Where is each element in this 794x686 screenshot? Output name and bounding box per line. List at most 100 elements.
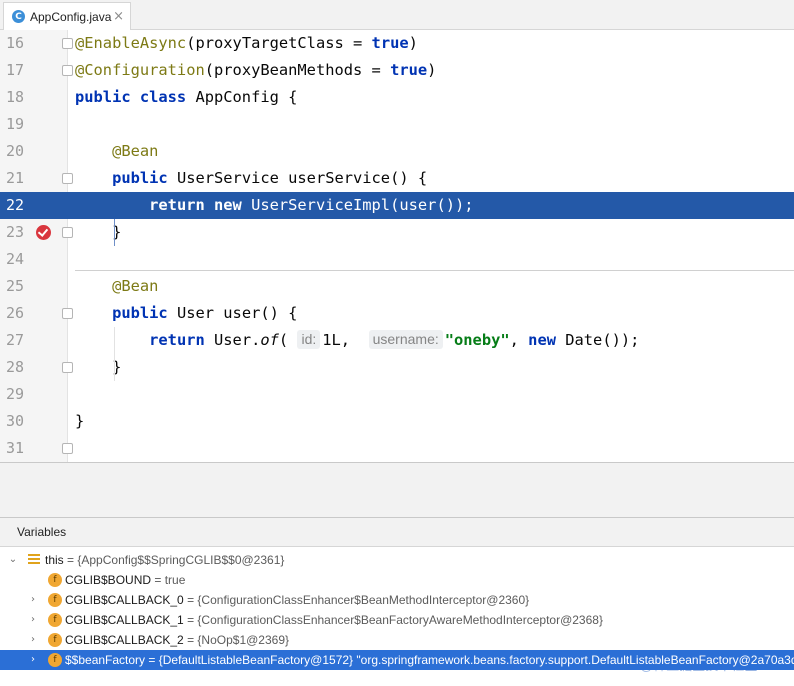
variable-value: {ConfigurationClassEnhancer$BeanMethodIn… bbox=[197, 593, 530, 607]
code-token: ) bbox=[427, 61, 437, 79]
code-line[interactable]: 29 bbox=[0, 381, 794, 408]
code-token: UserServiceImpl bbox=[251, 196, 391, 214]
code-line[interactable]: 24 bbox=[0, 246, 794, 273]
code-token: } bbox=[75, 412, 85, 430]
code-line[interactable]: 21 public UserService userService() { bbox=[0, 165, 794, 192]
variable-name: CGLIB$BOUND bbox=[65, 573, 152, 587]
code-line[interactable]: 17 @Configuration(proxyBeanMethods = true… bbox=[0, 57, 794, 84]
code-text[interactable]: @Bean bbox=[75, 273, 158, 300]
variable-name: this bbox=[45, 553, 64, 567]
code-token: public bbox=[112, 304, 177, 322]
code-text[interactable]: @EnableAsync(proxyTargetClass = true) bbox=[75, 30, 418, 57]
line-number: 28 bbox=[6, 358, 25, 376]
this-icon bbox=[28, 554, 40, 566]
breakpoint-icon[interactable] bbox=[36, 225, 51, 240]
line-number: 27 bbox=[6, 331, 25, 349]
code-line[interactable]: 26 public User user() { bbox=[0, 300, 794, 327]
code-token: ) bbox=[408, 34, 418, 52]
variable-row[interactable]: › f CGLIB$CALLBACK_2 = {NoOp$1@2369} bbox=[0, 630, 794, 650]
java-class-icon: C bbox=[12, 10, 25, 23]
code-token: ( bbox=[278, 331, 298, 349]
variables-tree[interactable]: @稀土掘金技术社区 ⌄this = {AppConfig$$SpringCGLI… bbox=[0, 547, 794, 686]
fold-marker-icon[interactable] bbox=[62, 173, 73, 184]
code-token: User. bbox=[214, 331, 261, 349]
code-text[interactable]: public User user() { bbox=[75, 300, 297, 327]
code-token: 1L, bbox=[322, 331, 369, 349]
fold-marker-icon[interactable] bbox=[62, 227, 73, 238]
tab-label: AppConfig.java bbox=[30, 9, 112, 24]
chevron-down-icon[interactable]: ⌄ bbox=[7, 550, 19, 570]
code-text[interactable]: @Bean bbox=[75, 138, 158, 165]
chevron-right-icon[interactable]: › bbox=[27, 630, 39, 650]
field-icon: f bbox=[48, 573, 62, 587]
code-token: { bbox=[288, 88, 298, 106]
fold-marker-icon[interactable] bbox=[62, 38, 73, 49]
variable-row[interactable]: f CGLIB$BOUND = true bbox=[0, 570, 794, 590]
field-icon: f bbox=[48, 653, 62, 667]
tab-appconfig-java[interactable]: C AppConfig.java × bbox=[3, 2, 131, 30]
fold-marker-icon[interactable] bbox=[62, 443, 73, 454]
code-text[interactable]: @Configuration(proxyBeanMethods = true) bbox=[75, 57, 436, 84]
code-line[interactable]: 19 bbox=[0, 111, 794, 138]
code-line[interactable]: 20 @Bean bbox=[0, 138, 794, 165]
variable-text: CGLIB$BOUND = true bbox=[65, 570, 185, 590]
line-number: 17 bbox=[6, 61, 25, 79]
variable-row[interactable]: › f CGLIB$CALLBACK_0 = {ConfigurationClass… bbox=[0, 590, 794, 610]
indent-guide bbox=[114, 327, 115, 381]
variable-value: true bbox=[164, 573, 186, 587]
code-token: return bbox=[149, 331, 215, 349]
code-token: true bbox=[390, 61, 428, 79]
line-number: 24 bbox=[6, 250, 25, 268]
code-token: ( bbox=[204, 61, 215, 79]
code-token: @Configuration bbox=[75, 61, 205, 79]
variable-row[interactable]: ⌄ this = {AppConfig$$SpringCGLIB$$0@2361} bbox=[0, 550, 794, 570]
code-token: () { bbox=[390, 169, 428, 187]
code-token: "oneby" bbox=[444, 331, 510, 349]
variable-row[interactable]: › f $$beanFactory = {DefaultListableBeanFa… bbox=[0, 650, 794, 670]
code-token: user bbox=[399, 196, 437, 214]
chevron-right-icon[interactable]: › bbox=[27, 610, 39, 630]
code-text[interactable]: return new UserServiceImpl(user()); bbox=[75, 192, 473, 219]
chevron-right-icon[interactable]: › bbox=[27, 590, 39, 610]
code-line[interactable]: 16 @EnableAsync(proxyTargetClass = true) bbox=[0, 30, 794, 57]
code-line[interactable]: 28 } bbox=[0, 354, 794, 381]
code-text[interactable]: return User.of( id: 1L, username: "oneby",… bbox=[75, 327, 639, 354]
code-text[interactable]: } bbox=[75, 408, 84, 435]
code-text[interactable]: public class AppConfig { bbox=[75, 84, 297, 111]
code-token: , bbox=[509, 331, 529, 349]
code-editor[interactable]: 16 @EnableAsync(proxyTargetClass = true) 1… bbox=[0, 30, 794, 462]
fold-marker-icon[interactable] bbox=[62, 362, 73, 373]
chevron-right-icon[interactable]: › bbox=[27, 650, 39, 670]
variable-value: {DefaultListableBeanFactory@1572} "org.s… bbox=[158, 653, 794, 667]
code-line[interactable]: 23 } bbox=[0, 219, 794, 246]
variable-name: CGLIB$CALLBACK_2 bbox=[65, 633, 184, 647]
code-line[interactable]: 18 public class AppConfig { bbox=[0, 84, 794, 111]
code-line[interactable]: 31 bbox=[0, 435, 794, 462]
code-token: () { bbox=[260, 304, 298, 322]
code-line[interactable]: 22 return new UserServiceImpl(user()); bbox=[0, 192, 794, 219]
code-line[interactable]: 25 @Bean bbox=[0, 273, 794, 300]
close-icon[interactable]: × bbox=[113, 9, 124, 24]
field-icon: f bbox=[48, 633, 62, 647]
fold-marker-icon[interactable] bbox=[62, 65, 73, 76]
method-separator bbox=[75, 270, 794, 271]
variable-text: this = {AppConfig$$SpringCGLIB$$0@2361} bbox=[45, 550, 284, 570]
field-icon: f bbox=[48, 593, 62, 607]
equals-sign: = bbox=[183, 613, 198, 627]
line-number: 16 bbox=[6, 34, 25, 52]
variable-name: CGLIB$CALLBACK_0 bbox=[65, 593, 184, 607]
equals-sign: = bbox=[151, 573, 165, 587]
code-token: true bbox=[371, 34, 409, 52]
code-line[interactable]: 30} bbox=[0, 408, 794, 435]
editor-tab-bar: C AppConfig.java × bbox=[0, 0, 794, 30]
variable-row[interactable]: › f CGLIB$CALLBACK_1 = {ConfigurationClass… bbox=[0, 610, 794, 630]
line-number: 25 bbox=[6, 277, 25, 295]
variable-name: $$beanFactory bbox=[65, 653, 146, 667]
code-line[interactable]: 27 return User.of( id: 1L, username: "oneb… bbox=[0, 327, 794, 354]
fold-marker-icon[interactable] bbox=[62, 308, 73, 319]
code-text[interactable]: public UserService userService() { bbox=[75, 165, 427, 192]
line-number: 30 bbox=[6, 412, 25, 430]
code-token: public class bbox=[75, 88, 196, 106]
